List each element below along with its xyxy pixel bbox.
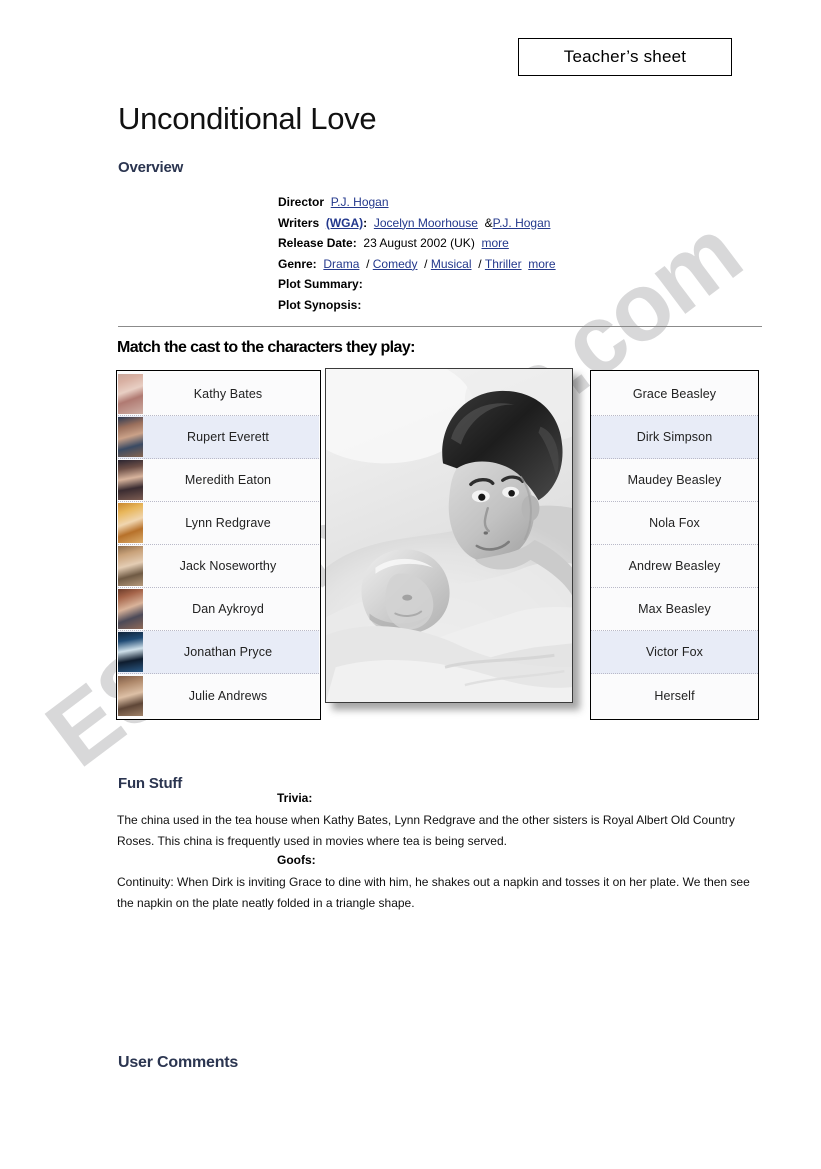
genre-more-link[interactable]: more (528, 257, 555, 271)
actor-portrait-thumbnail (118, 503, 143, 543)
actor-name: Jonathan Pryce (183, 645, 273, 659)
actor-portrait-thumbnail (118, 374, 143, 414)
genre-link-musical[interactable]: Musical (431, 257, 472, 271)
section-divider (118, 326, 762, 327)
character-row[interactable]: Max Beasley (591, 588, 758, 631)
movie-still-image (325, 368, 573, 703)
character-row[interactable]: Victor Fox (591, 631, 758, 674)
character-name: Grace Beasley (632, 387, 717, 401)
writers-ampersand: & (484, 215, 493, 230)
plot-summary-label: Plot Summary: (278, 277, 363, 292)
character-list-panel: Grace Beasley Dirk Simpson Maudey Beasley N… (590, 370, 759, 720)
metadata-row-plot-synopsis: Plot Synopsis: (278, 295, 556, 316)
writers-label: Writers (278, 215, 320, 230)
trivia-text: The china used in the tea house when Kat… (117, 813, 735, 848)
actor-name: Kathy Bates (193, 387, 263, 401)
character-name: Victor Fox (645, 645, 704, 659)
cast-row[interactable]: Meredith Eaton (118, 459, 319, 502)
writers-colon: : (363, 215, 368, 230)
character-row[interactable]: Andrew Beasley (591, 545, 758, 588)
character-name: Dirk Simpson (636, 430, 713, 444)
actor-name: Lynn Redgrave (185, 516, 271, 530)
teachers-sheet-badge: Teacher’s sheet (518, 38, 732, 76)
genre-label: Genre: (278, 256, 317, 271)
match-instruction-heading: Match the cast to the characters they pl… (117, 339, 415, 356)
writer-link-1[interactable]: Jocelyn Moorhouse (374, 216, 478, 230)
release-date-label: Release Date: (278, 236, 357, 251)
wga-link[interactable]: (WGA) (326, 216, 363, 230)
teachers-sheet-label: Teacher’s sheet (563, 47, 687, 66)
metadata-row-release-date: Release Date: 23 August 2002 (UK) more (278, 233, 556, 254)
cast-row[interactable]: Dan Aykroyd (118, 588, 319, 631)
cast-row[interactable]: Jonathan Pryce (118, 631, 319, 674)
actor-portrait-thumbnail (118, 417, 143, 457)
goofs-text: Continuity: When Dirk is inviting Grace … (117, 875, 750, 910)
actor-name: Meredith Eaton (184, 473, 272, 487)
actor-name: Rupert Everett (187, 430, 269, 444)
character-name: Herself (654, 688, 695, 703)
fun-stuff-heading: Fun Stuff (118, 775, 183, 792)
genre-link-drama[interactable]: Drama (323, 257, 359, 271)
metadata-row-director: Director P.J. Hogan (278, 192, 556, 213)
plot-synopsis-label: Plot Synopsis: (278, 297, 362, 312)
page-title: Unconditional Love (118, 101, 377, 136)
cast-list-panel: Kathy Bates Rupert Everett Meredith Eaton L… (116, 370, 321, 720)
character-row[interactable]: Herself (591, 674, 758, 717)
metadata-row-plot-summary: Plot Summary: (278, 274, 556, 295)
user-comments-heading: User Comments (118, 1054, 239, 1071)
actor-name: Jack Noseworthy (179, 559, 277, 573)
character-name: Nola Fox (649, 516, 700, 530)
cast-row[interactable]: Rupert Everett (118, 416, 319, 459)
character-name: Maudey Beasley (627, 473, 722, 487)
actor-portrait-thumbnail (118, 632, 143, 672)
cast-row[interactable]: Kathy Bates (118, 373, 319, 416)
release-date-value: 23 August 2002 (UK) (363, 236, 475, 251)
cast-row[interactable]: Lynn Redgrave (118, 502, 319, 545)
writer-link-2[interactable]: P.J. Hogan (493, 216, 551, 230)
actor-portrait-thumbnail (118, 589, 143, 629)
actor-name: Julie Andrews (188, 688, 268, 703)
character-row[interactable]: Maudey Beasley (591, 459, 758, 502)
overview-heading: Overview (118, 159, 184, 176)
goofs-label: Goofs: (277, 853, 316, 867)
release-date-more-link[interactable]: more (482, 236, 509, 250)
actor-portrait-thumbnail (118, 546, 143, 586)
actor-portrait-thumbnail (118, 675, 143, 716)
character-name: Andrew Beasley (628, 559, 721, 573)
metadata-row-writers: Writers (WGA): Jocelyn Moorhouse &P.J. H… (278, 213, 556, 234)
character-row[interactable]: Grace Beasley (591, 373, 758, 416)
genre-link-thriller[interactable]: Thriller (485, 257, 522, 271)
actor-portrait-thumbnail (118, 460, 143, 500)
character-row[interactable]: Dirk Simpson (591, 416, 758, 459)
character-name: Max Beasley (638, 602, 711, 616)
genre-link-comedy[interactable]: Comedy (373, 257, 418, 271)
director-link[interactable]: P.J. Hogan (331, 195, 389, 209)
director-label: Director (278, 195, 325, 209)
actor-name: Dan Aykroyd (192, 602, 264, 616)
character-row[interactable]: Nola Fox (591, 502, 758, 545)
overview-metadata: Director P.J. Hogan Writers (WGA): Jocel… (278, 192, 556, 316)
metadata-row-genre: Genre: Drama / Comedy / Musical / Thrill… (278, 254, 556, 275)
cast-row[interactable]: Julie Andrews (118, 674, 319, 717)
trivia-label: Trivia: (277, 791, 313, 805)
cast-row[interactable]: Jack Noseworthy (118, 545, 319, 588)
